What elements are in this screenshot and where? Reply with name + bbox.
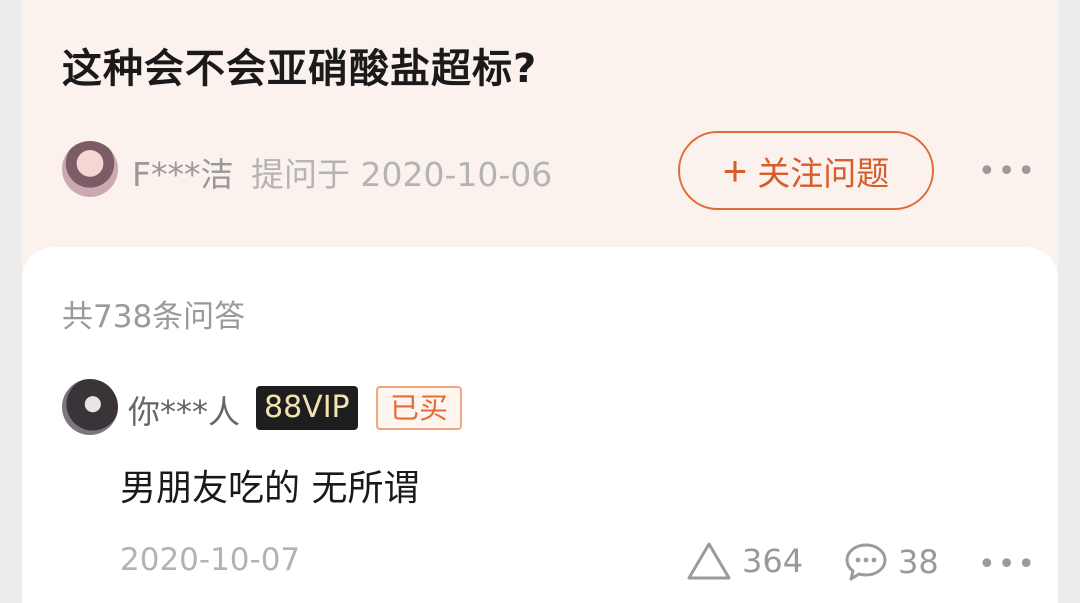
like-button[interactable]: 364 xyxy=(686,541,803,581)
answers-section: 共738条问答 你***人 88VIP 已买 男朋友吃的 无所谓 2020-10… xyxy=(22,247,1058,603)
bought-badge: 已买 xyxy=(376,386,463,430)
answer-count: 共738条问答 xyxy=(62,299,246,335)
comment-count: 38 xyxy=(898,543,939,581)
follow-button-label: 关注问题 xyxy=(757,154,890,192)
answer-date: 2020-10-07 xyxy=(120,542,301,578)
asker-name[interactable]: F***洁 xyxy=(132,148,233,196)
triangle-like-icon xyxy=(687,542,731,580)
answer-text: 男朋友吃的 无所谓 xyxy=(120,468,420,509)
plus-icon: + xyxy=(722,146,748,194)
more-options-icon[interactable]: ••• xyxy=(978,154,1037,189)
asker-avatar[interactable] xyxy=(62,141,118,197)
vip-badge: 88VIP xyxy=(256,386,358,430)
answer-more-options-icon[interactable]: ••• xyxy=(978,547,1037,582)
like-count: 364 xyxy=(742,542,804,580)
comment-button[interactable]: 38 xyxy=(844,541,939,583)
follow-question-button[interactable]: + 关注问题 xyxy=(678,131,934,210)
answerer-avatar[interactable] xyxy=(62,379,118,435)
answerer-name[interactable]: 你***人 xyxy=(128,387,240,433)
question-title: 这种会不会亚硝酸盐超标? xyxy=(62,46,538,92)
asked-date: 提问于 2020-10-06 xyxy=(251,155,553,194)
comment-bubble-icon xyxy=(845,543,887,581)
